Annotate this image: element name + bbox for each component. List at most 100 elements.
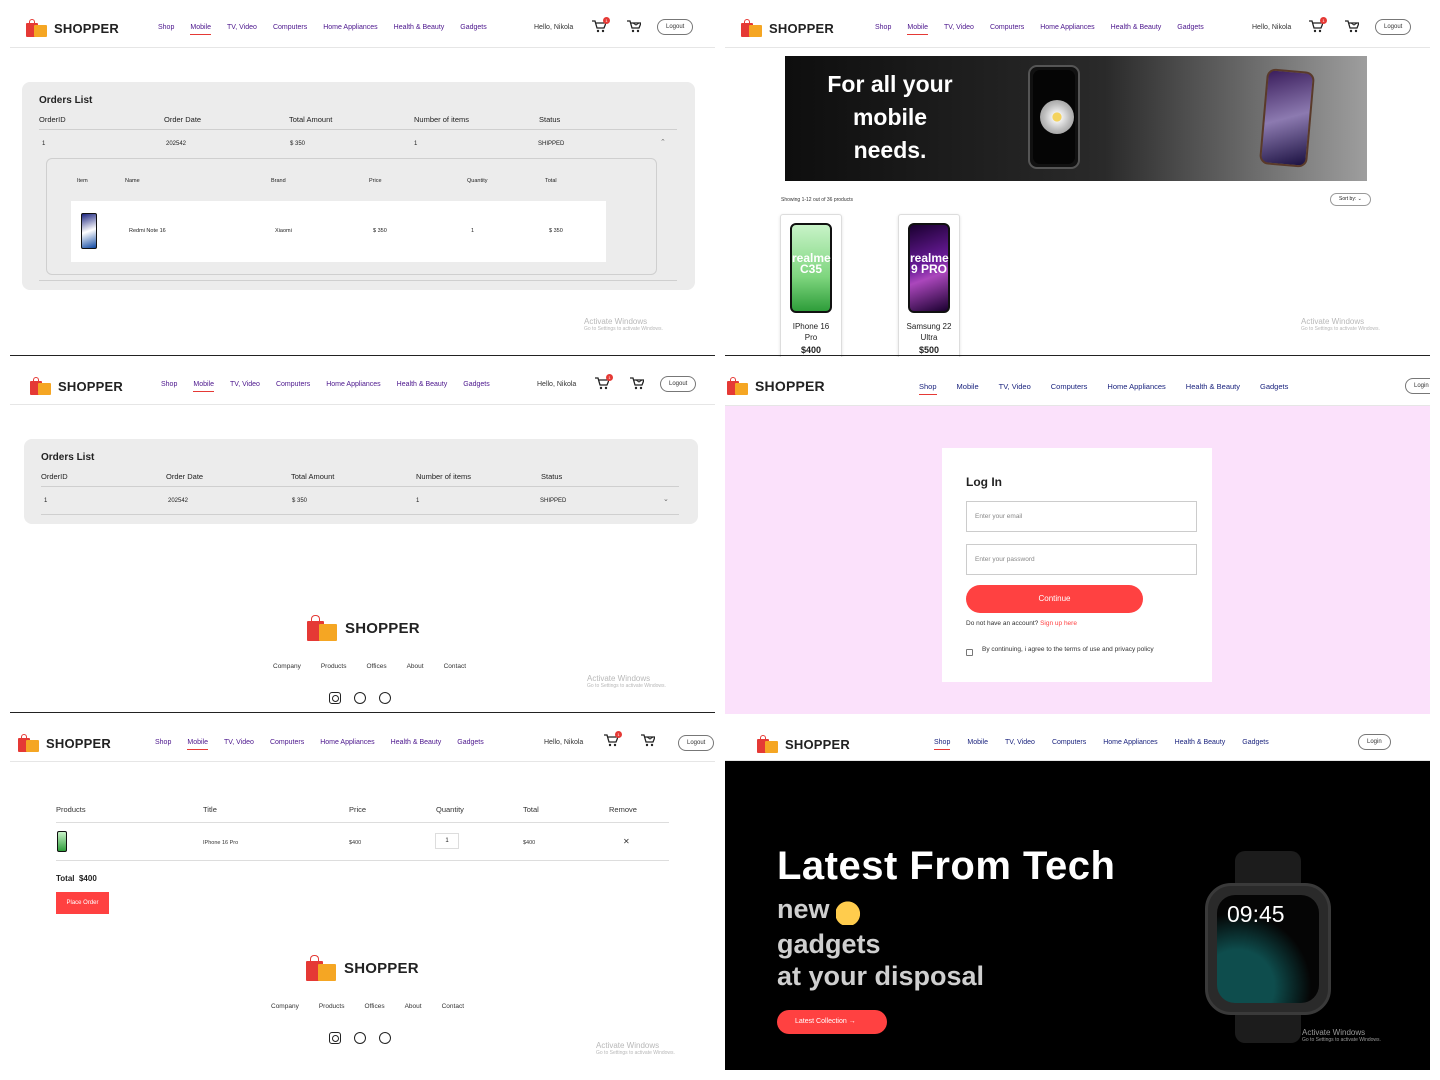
logout-button[interactable]: Logout	[678, 735, 715, 751]
nav-health-beauty[interactable]: Health & Beauty	[1186, 382, 1240, 391]
login-button[interactable]: Login	[1358, 734, 1391, 750]
nav-gadgets[interactable]: Gadgets	[1242, 739, 1268, 746]
cart-icon[interactable]: 1	[595, 374, 613, 390]
instagram-icon[interactable]	[329, 692, 341, 704]
nav-tv-video[interactable]: TV, Video	[230, 381, 260, 388]
nav-gadgets[interactable]: Gadgets	[460, 24, 486, 31]
cart-col-price: Price	[349, 805, 367, 814]
latest-collection-button[interactable]: Latest Collection →	[777, 1010, 887, 1034]
item-brand: Xiaomi	[275, 228, 292, 234]
remove-icon[interactable]: ✕	[623, 837, 630, 846]
nav-shop[interactable]: Shop	[158, 24, 174, 31]
footer-link-contact[interactable]: Contact	[442, 1003, 464, 1010]
footer-link-offices[interactable]: Offices	[364, 1003, 384, 1010]
password-field[interactable]: Enter your password	[966, 544, 1197, 575]
nav-mobile[interactable]: Mobile	[957, 382, 979, 391]
pinterest-icon[interactable]	[379, 1032, 391, 1044]
logo[interactable]: SHOPPER	[18, 734, 111, 752]
logout-button[interactable]: Logout	[657, 19, 694, 35]
nav-tv-video[interactable]: TV, Video	[1005, 739, 1035, 746]
footer-link-products[interactable]: Products	[319, 1003, 345, 1010]
footer-link-offices[interactable]: Offices	[366, 663, 386, 670]
footer-link-products[interactable]: Products	[321, 663, 347, 670]
item-total: $ 350	[549, 228, 563, 234]
nav-mobile[interactable]: Mobile	[193, 381, 214, 392]
product-card[interactable]: realme C35 IPhone 16 Pro $400	[780, 214, 842, 357]
logo[interactable]: SHOPPER	[30, 377, 123, 395]
footer-link-about[interactable]: About	[407, 663, 424, 670]
quantity-stepper[interactable]: 1	[435, 833, 459, 849]
nav-computers[interactable]: Computers	[273, 24, 307, 31]
chevron-down-icon[interactable]: ⌄	[663, 495, 669, 503]
continue-button[interactable]: Continue	[966, 585, 1143, 613]
pinterest-icon[interactable]	[379, 692, 391, 704]
nav-shop[interactable]: Shop	[155, 739, 171, 746]
nav-tv-video[interactable]: TV, Video	[227, 24, 257, 31]
logo[interactable]: SHOPPER	[26, 19, 119, 37]
nav-home-appliances[interactable]: Home Appliances	[1103, 739, 1157, 746]
footer-link-about[interactable]: About	[405, 1003, 422, 1010]
login-button[interactable]: Login	[1405, 378, 1430, 394]
logo[interactable]: SHOPPER	[757, 735, 850, 753]
nav-mobile[interactable]: Mobile	[907, 24, 928, 35]
product-card[interactable]: realme 9 PRO Samsung 22 Ultra $500	[898, 214, 960, 357]
nav-gadgets[interactable]: Gadgets	[463, 381, 489, 388]
footer-logo[interactable]: SHOPPER	[307, 615, 420, 641]
nav-gadgets[interactable]: Gadgets	[1260, 382, 1288, 391]
nav-gadgets[interactable]: Gadgets	[457, 739, 483, 746]
nav-shop[interactable]: Shop	[934, 739, 951, 750]
nav-tv-video[interactable]: TV, Video	[999, 382, 1031, 391]
nav-home-appliances[interactable]: Home Appliances	[1040, 24, 1094, 31]
orders-icon[interactable]	[630, 377, 645, 390]
social-links	[329, 1032, 391, 1044]
nav-shop[interactable]: Shop	[161, 381, 177, 388]
nav-health-beauty[interactable]: Health & Beauty	[394, 24, 445, 31]
footer-link-contact[interactable]: Contact	[444, 663, 466, 670]
whatsapp-icon[interactable]	[354, 1032, 366, 1044]
nav-home-appliances[interactable]: Home Appliances	[326, 381, 380, 388]
footer-logo[interactable]: SHOPPER	[306, 955, 419, 981]
nav-home-appliances[interactable]: Home Appliances	[320, 739, 374, 746]
chevron-up-icon[interactable]: ⌃	[660, 138, 666, 146]
nav-health-beauty[interactable]: Health & Beauty	[1111, 24, 1162, 31]
nav-mobile[interactable]: Mobile	[967, 739, 988, 746]
logout-button[interactable]: Logout	[1375, 19, 1412, 35]
sort-dropdown[interactable]: Sort by: ⌄	[1330, 193, 1371, 206]
email-field[interactable]: Enter your email	[966, 501, 1197, 532]
footer-link-company[interactable]: Company	[273, 663, 301, 670]
nav-computers[interactable]: Computers	[270, 739, 304, 746]
whatsapp-icon[interactable]	[354, 692, 366, 704]
product-price: $400	[800, 345, 822, 355]
nav-mobile[interactable]: Mobile	[190, 24, 211, 35]
nav-tv-video[interactable]: TV, Video	[944, 24, 974, 31]
orders-icon[interactable]	[627, 20, 642, 33]
instagram-icon[interactable]	[329, 1032, 341, 1044]
agree-checkbox[interactable]	[966, 649, 973, 656]
place-order-button[interactable]: Place Order	[56, 892, 109, 914]
nav-mobile[interactable]: Mobile	[187, 739, 208, 750]
nav-home-appliances[interactable]: Home Appliances	[323, 24, 377, 31]
nav-gadgets[interactable]: Gadgets	[1177, 24, 1203, 31]
nav-health-beauty[interactable]: Health & Beauty	[391, 739, 442, 746]
logo[interactable]: SHOPPER	[727, 377, 825, 395]
orders-icon[interactable]	[1345, 20, 1360, 33]
cart-icon[interactable]: 1	[604, 731, 622, 747]
footer-links: Company Products Offices About Contact	[271, 1003, 484, 1010]
orders-icon[interactable]	[641, 734, 656, 747]
cart-icon[interactable]: 1	[592, 17, 610, 33]
nav-shop[interactable]: Shop	[919, 382, 937, 395]
logout-button[interactable]: Logout	[660, 376, 697, 392]
footer-link-company[interactable]: Company	[271, 1003, 299, 1010]
nav-health-beauty[interactable]: Health & Beauty	[1175, 739, 1226, 746]
cart-icon[interactable]: 1	[1309, 17, 1327, 33]
signup-link[interactable]: Sign up here	[1040, 620, 1077, 627]
nav-shop[interactable]: Shop	[875, 24, 891, 31]
nav-computers[interactable]: Computers	[990, 24, 1024, 31]
nav-tv-video[interactable]: TV, Video	[224, 739, 254, 746]
nav-computers[interactable]: Computers	[1052, 739, 1086, 746]
nav-health-beauty[interactable]: Health & Beauty	[397, 381, 448, 388]
nav-home-appliances[interactable]: Home Appliances	[1107, 382, 1165, 391]
nav-computers[interactable]: Computers	[276, 381, 310, 388]
logo[interactable]: SHOPPER	[741, 19, 834, 37]
nav-computers[interactable]: Computers	[1051, 382, 1088, 391]
